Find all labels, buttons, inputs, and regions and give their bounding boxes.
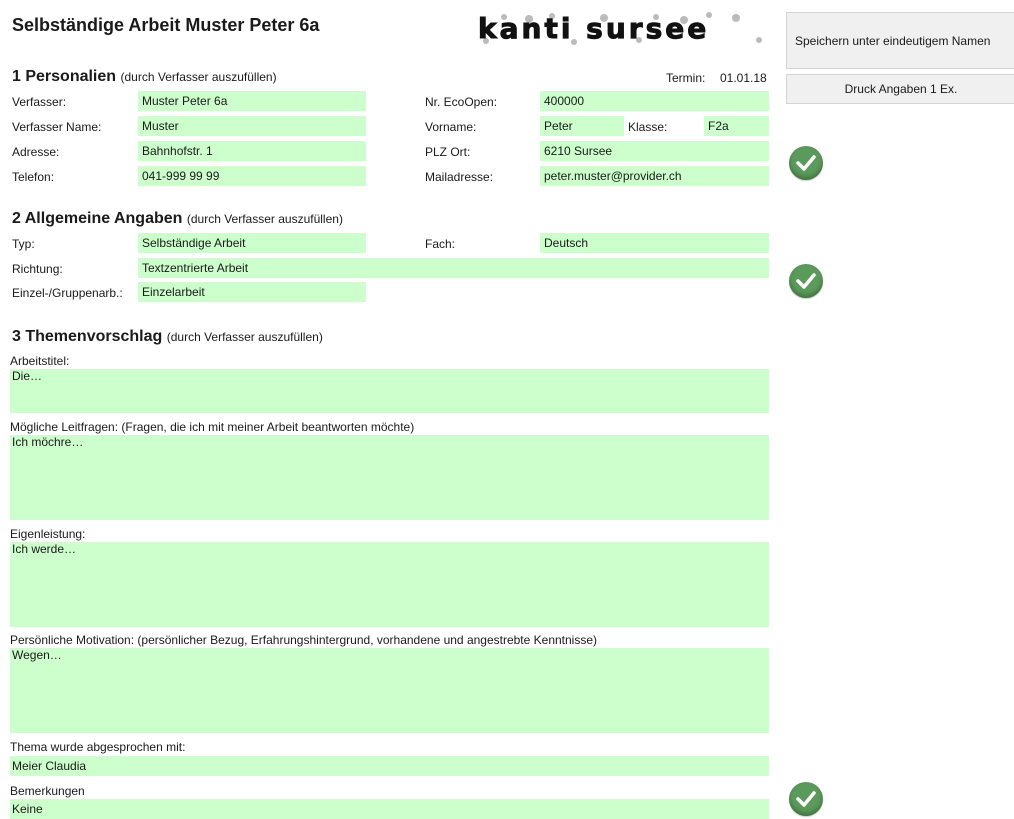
klasse-label: Klasse: [628,120,668,134]
kanti-sursee-logo: kanti sursee [478,12,762,46]
arbeitstitel-field[interactable]: Die… [10,369,769,413]
termin-value: 01.01.18 [720,71,767,85]
verfasser-field[interactable]: Muster Peter 6a [138,91,366,111]
klasse-field[interactable]: F2a [704,116,769,136]
vorname-label: Vorname: [425,120,477,134]
arbeitstitel-label: Arbeitstitel: [10,354,70,368]
logo-text: kanti sursee [478,12,709,45]
einzel-field[interactable]: Einzelarbeit [138,282,366,302]
section-subtitle: (durch Verfasser auszufüllen) [120,70,277,84]
checkmark-icon [789,782,823,816]
section-title: 2 Allgemeine Angaben [12,210,183,227]
adresse-field[interactable]: Bahnhofstr. 1 [138,141,366,161]
section-allgemeine-heading: 2 Allgemeine Angaben (durch Verfasser au… [12,210,343,228]
thema-label: Thema wurde abgesprochen mit: [10,740,186,754]
print-button-label: Druck Angaben 1 Ex. [844,82,958,96]
section-themenvorschlag-heading: 3 Themenvorschlag (durch Verfasser auszu… [12,328,323,346]
section-subtitle: (durch Verfasser auszufüllen) [166,330,323,344]
bemerkungen-field[interactable]: Keine [10,799,769,819]
vorname-field[interactable]: Peter [540,116,624,136]
eigenleistung-label: Eigenleistung: [10,527,86,541]
ecoopen-label: Nr. EcoOpen: [425,95,498,109]
termin-label: Termin: [666,71,706,85]
section-title: 1 Personalien [12,68,117,85]
plz-field[interactable]: 6210 Sursee [540,141,769,161]
telefon-field[interactable]: 041-999 99 99 [138,166,366,186]
plz-label: PLZ Ort: [425,145,471,159]
richtung-field[interactable]: Textzentrierte Arbeit [138,258,769,278]
section-subtitle: (durch Verfasser auszufüllen) [186,212,343,226]
save-button-label: Speichern unter eindeutigem Namen [795,34,991,48]
mail-field[interactable]: peter.muster@provider.ch [540,166,769,186]
section-personalien-heading: 1 Personalien (durch Verfasser auszufüll… [12,68,277,86]
verfasser-name-field[interactable]: Muster [138,116,366,136]
section-title: 3 Themenvorschlag [12,328,163,345]
typ-label: Typ: [12,237,35,251]
bemerkungen-label: Bemerkungen [10,784,85,798]
mail-label: Mailadresse: [425,170,494,184]
richtung-label: Richtung: [12,262,63,276]
thema-field[interactable]: Meier Claudia [10,756,769,776]
adresse-label: Adresse: [12,145,60,159]
fach-label: Fach: [425,237,456,251]
print-button[interactable]: Druck Angaben 1 Ex. [786,74,1014,104]
telefon-label: Telefon: [12,170,55,184]
page-title: Selbständige Arbeit Muster Peter 6a [12,15,320,35]
eigenleistung-field[interactable]: Ich werde… [10,542,769,627]
ecoopen-field[interactable]: 400000 [540,91,769,111]
verfasser-name-label: Verfasser Name: [12,120,102,134]
motivation-label: Persönliche Motivation: (persönlicher Be… [10,633,598,647]
motivation-field[interactable]: Wegen… [10,648,769,733]
leitfragen-label: Mögliche Leitfragen: (Fragen, die ich mi… [10,420,415,434]
verfasser-label: Verfasser: [12,95,67,109]
leitfragen-field[interactable]: Ich möchre… [10,435,769,520]
checkmark-icon [789,264,823,298]
fach-field[interactable]: Deutsch [540,233,769,253]
save-button[interactable]: Speichern unter eindeutigem Namen [786,12,1014,69]
einzel-label: Einzel-/Gruppenarb.: [12,286,123,300]
checkmark-icon [789,146,823,180]
typ-field[interactable]: Selbständige Arbeit [138,233,366,253]
